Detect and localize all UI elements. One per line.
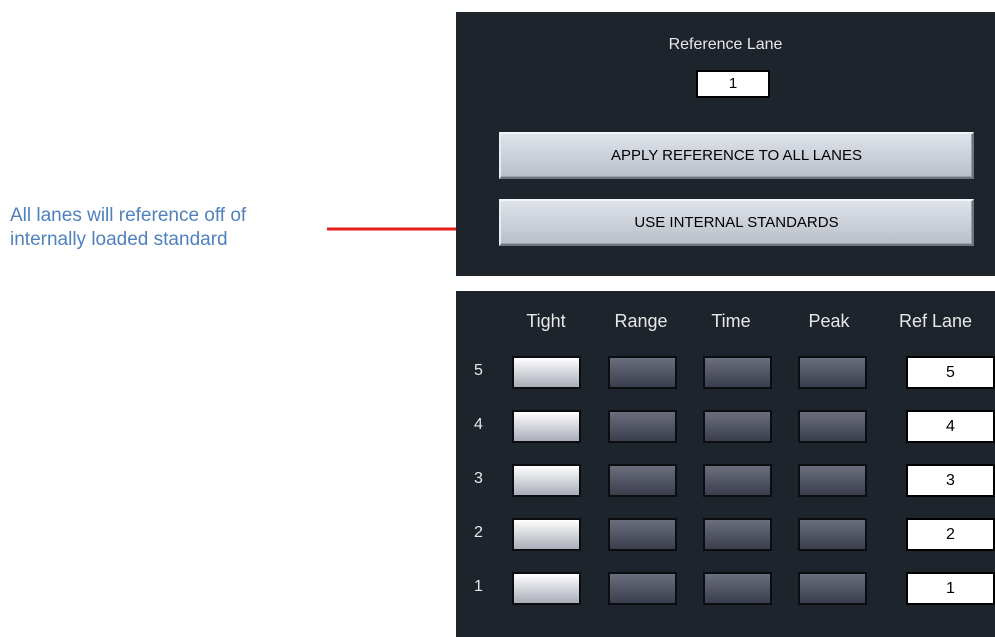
peak-toggle[interactable] bbox=[798, 410, 867, 443]
range-toggle[interactable] bbox=[608, 356, 677, 389]
reference-lane-label: Reference Lane bbox=[668, 36, 783, 53]
header-time: Time bbox=[711, 311, 751, 331]
peak-toggle[interactable] bbox=[798, 464, 867, 497]
reference-lane-input[interactable]: 1 bbox=[696, 70, 770, 98]
peak-toggle[interactable] bbox=[798, 572, 867, 605]
time-toggle[interactable] bbox=[703, 518, 772, 551]
header-peak: Peak bbox=[808, 311, 850, 331]
ref-lane-input[interactable]: 5 bbox=[906, 356, 995, 389]
time-toggle[interactable] bbox=[703, 572, 772, 605]
reference-panel: Reference Lane 1 APPLY REFERENCE TO ALL … bbox=[456, 12, 995, 276]
header-range: Range bbox=[614, 311, 668, 331]
lane-row-label: 1 bbox=[474, 578, 483, 595]
peak-toggle[interactable] bbox=[798, 356, 867, 389]
lane-row-label: 3 bbox=[474, 470, 483, 487]
ref-lane-input[interactable]: 4 bbox=[906, 410, 995, 443]
range-toggle[interactable] bbox=[608, 572, 677, 605]
lane-row-label: 2 bbox=[474, 524, 483, 541]
header-tight: Tight bbox=[526, 311, 566, 331]
lane-row-label: 5 bbox=[474, 362, 483, 379]
tight-toggle[interactable] bbox=[512, 518, 581, 551]
use-internal-standards-button[interactable]: USE INTERNAL STANDARDS bbox=[499, 199, 974, 246]
range-toggle[interactable] bbox=[608, 518, 677, 551]
range-toggle[interactable] bbox=[608, 410, 677, 443]
tight-toggle[interactable] bbox=[512, 572, 581, 605]
ref-lane-input[interactable]: 2 bbox=[906, 518, 995, 551]
time-toggle[interactable] bbox=[703, 410, 772, 443]
peak-toggle[interactable] bbox=[798, 518, 867, 551]
time-toggle[interactable] bbox=[703, 356, 772, 389]
header-ref-lane: Ref Lane bbox=[899, 311, 973, 331]
lane-grid-panel: Tight Range Time Peak Ref Lane 5 5 4 4 3… bbox=[456, 291, 995, 637]
ref-lane-input[interactable]: 3 bbox=[906, 464, 995, 497]
range-toggle[interactable] bbox=[608, 464, 677, 497]
tight-toggle[interactable] bbox=[512, 464, 581, 497]
tight-toggle[interactable] bbox=[512, 356, 581, 389]
ref-lane-input[interactable]: 1 bbox=[906, 572, 995, 605]
lane-row-label: 4 bbox=[474, 416, 483, 433]
time-toggle[interactable] bbox=[703, 464, 772, 497]
tight-toggle[interactable] bbox=[512, 410, 581, 443]
apply-reference-button[interactable]: APPLY REFERENCE TO ALL LANES bbox=[499, 132, 974, 179]
